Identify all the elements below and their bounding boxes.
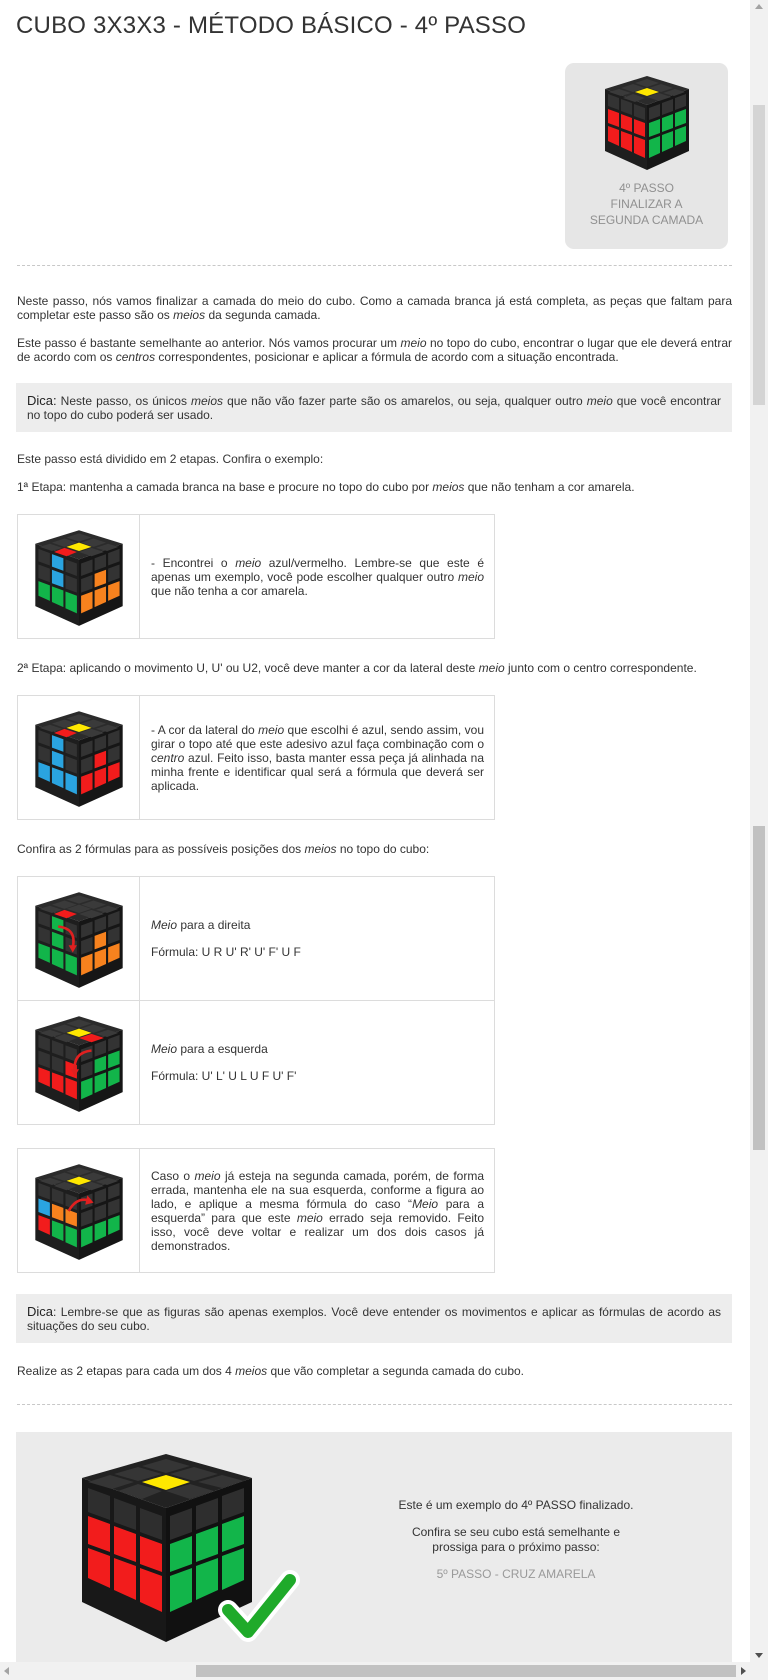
tip-box-2: Dica: Lembre-se que as figuras são apena…: [16, 1294, 732, 1343]
step-card-line2: FINALIZAR A: [610, 197, 683, 211]
intro-paragraph-2: Este passo é bastante semelhante ao ante…: [17, 336, 732, 364]
table-row: Meio para a esquerda Fórmula: U' L' U L …: [18, 1000, 494, 1124]
cube-image: [18, 515, 140, 638]
scroll-down-icon[interactable]: [755, 1653, 763, 1658]
formula-left: Meio para a esquerda Fórmula: U' L' U L …: [140, 1001, 494, 1124]
formula-right-em: Meio: [151, 918, 178, 932]
repeat-text: Realize as 2 etapas para cada um dos 4 m…: [17, 1364, 524, 1378]
next-step-link[interactable]: 5º PASSO - CRUZ AMARELA: [371, 1567, 661, 1582]
table-row: Caso o meio já esteja na segunda camada,…: [18, 1149, 494, 1272]
example-table-3: Caso o meio já esteja na segunda camada,…: [17, 1148, 495, 1273]
cube-step-icon: [604, 76, 689, 170]
table-row: - Encontrei o meio azul/vermelho. Lembre…: [18, 515, 494, 638]
step-card[interactable]: 4º PASSO FINALIZAR A SEGUNDA CAMADA: [565, 63, 728, 249]
cube-wrong-icon: [34, 1163, 123, 1260]
cube-example-icon: [34, 710, 123, 807]
final-text: Este é um exemplo do 4º PASSO finalizado…: [371, 1498, 661, 1582]
table-row: Meio para a direita Fórmula: U R U' R' U…: [18, 877, 494, 1000]
scroll-thumb-upper[interactable]: [753, 105, 765, 405]
cube-finished-icon: [82, 1454, 300, 1642]
example-text-2: - A cor da lateral do meio que escolhi é…: [151, 722, 485, 793]
formula-left-em: Meio: [151, 1042, 178, 1056]
cube-image: [18, 1001, 140, 1124]
cube-left-icon: [34, 1015, 123, 1112]
scroll-thumb-horizontal[interactable]: [196, 1665, 736, 1677]
scroll-thumb[interactable]: [753, 826, 765, 1150]
scroll-left-icon[interactable]: [4, 1667, 9, 1675]
example-table-1: - Encontrei o meio azul/vermelho. Lembre…: [17, 514, 495, 639]
example-table-2: - A cor da lateral do meio que escolhi é…: [17, 695, 495, 820]
formula-right: Meio para a direita Fórmula: U R U' R' U…: [140, 877, 494, 1000]
final-line2: Confira se seu cubo está semelhante e: [411, 1525, 621, 1539]
table-row: - A cor da lateral do meio que escolhi é…: [18, 696, 494, 819]
tip-label-2: Dica: [27, 1304, 54, 1319]
step-card-line3: SEGUNDA CAMADA: [589, 213, 704, 227]
cube-right-icon: [34, 891, 123, 988]
stages-intro: Este passo está dividido em 2 etapas. Co…: [17, 452, 324, 466]
cube-image: [18, 877, 140, 1000]
final-line3: prossiga para o próximo passo:: [432, 1540, 600, 1554]
vertical-scrollbar[interactable]: [750, 0, 768, 1662]
page: CUBO 3X3X3 - MÉTODO BÁSICO - 4º PASSO 4º…: [0, 0, 750, 1662]
formula-right-text: Fórmula: U R U' R' U' F' U F: [151, 945, 301, 959]
stage-2-text: 2ª Etapa: aplicando o movimento U, U' ou…: [17, 661, 697, 675]
scroll-right-icon[interactable]: [741, 1667, 746, 1675]
stage-1-text: 1ª Etapa: mantenha a camada branca na ba…: [17, 480, 635, 494]
intro-paragraph-1: Neste passo, nós vamos finalizar a camad…: [17, 294, 732, 322]
divider: [17, 1404, 732, 1405]
example-text-1: - Encontrei o meio azul/vermelho. Lembre…: [151, 555, 484, 598]
formulas-table: Meio para a direita Fórmula: U R U' R' U…: [17, 876, 495, 1125]
cube-image: [18, 1149, 140, 1272]
example-text-3: Caso o meio já esteja na segunda camada,…: [151, 1168, 485, 1253]
divider: [17, 265, 732, 266]
scroll-up-icon[interactable]: [755, 4, 763, 9]
tip-box: Dica: Neste passo, os únicos meios que n…: [16, 383, 732, 432]
formulas-intro: Confira as 2 fórmulas para as possíveis …: [17, 842, 430, 856]
final-line1: Este é um exemplo do 4º PASSO finalizado…: [398, 1498, 634, 1512]
horizontal-scrollbar[interactable]: [0, 1662, 768, 1680]
final-panel: Este é um exemplo do 4º PASSO finalizado…: [16, 1432, 732, 1662]
formula-left-text: Fórmula: U' L' U L U F U' F': [151, 1069, 297, 1083]
cube-image: [18, 696, 140, 819]
tip-label: Dica:: [27, 393, 57, 408]
page-title: CUBO 3X3X3 - MÉTODO BÁSICO - 4º PASSO: [16, 12, 527, 39]
cube-example-icon: [34, 529, 123, 626]
step-card-line1: 4º PASSO: [619, 181, 674, 195]
